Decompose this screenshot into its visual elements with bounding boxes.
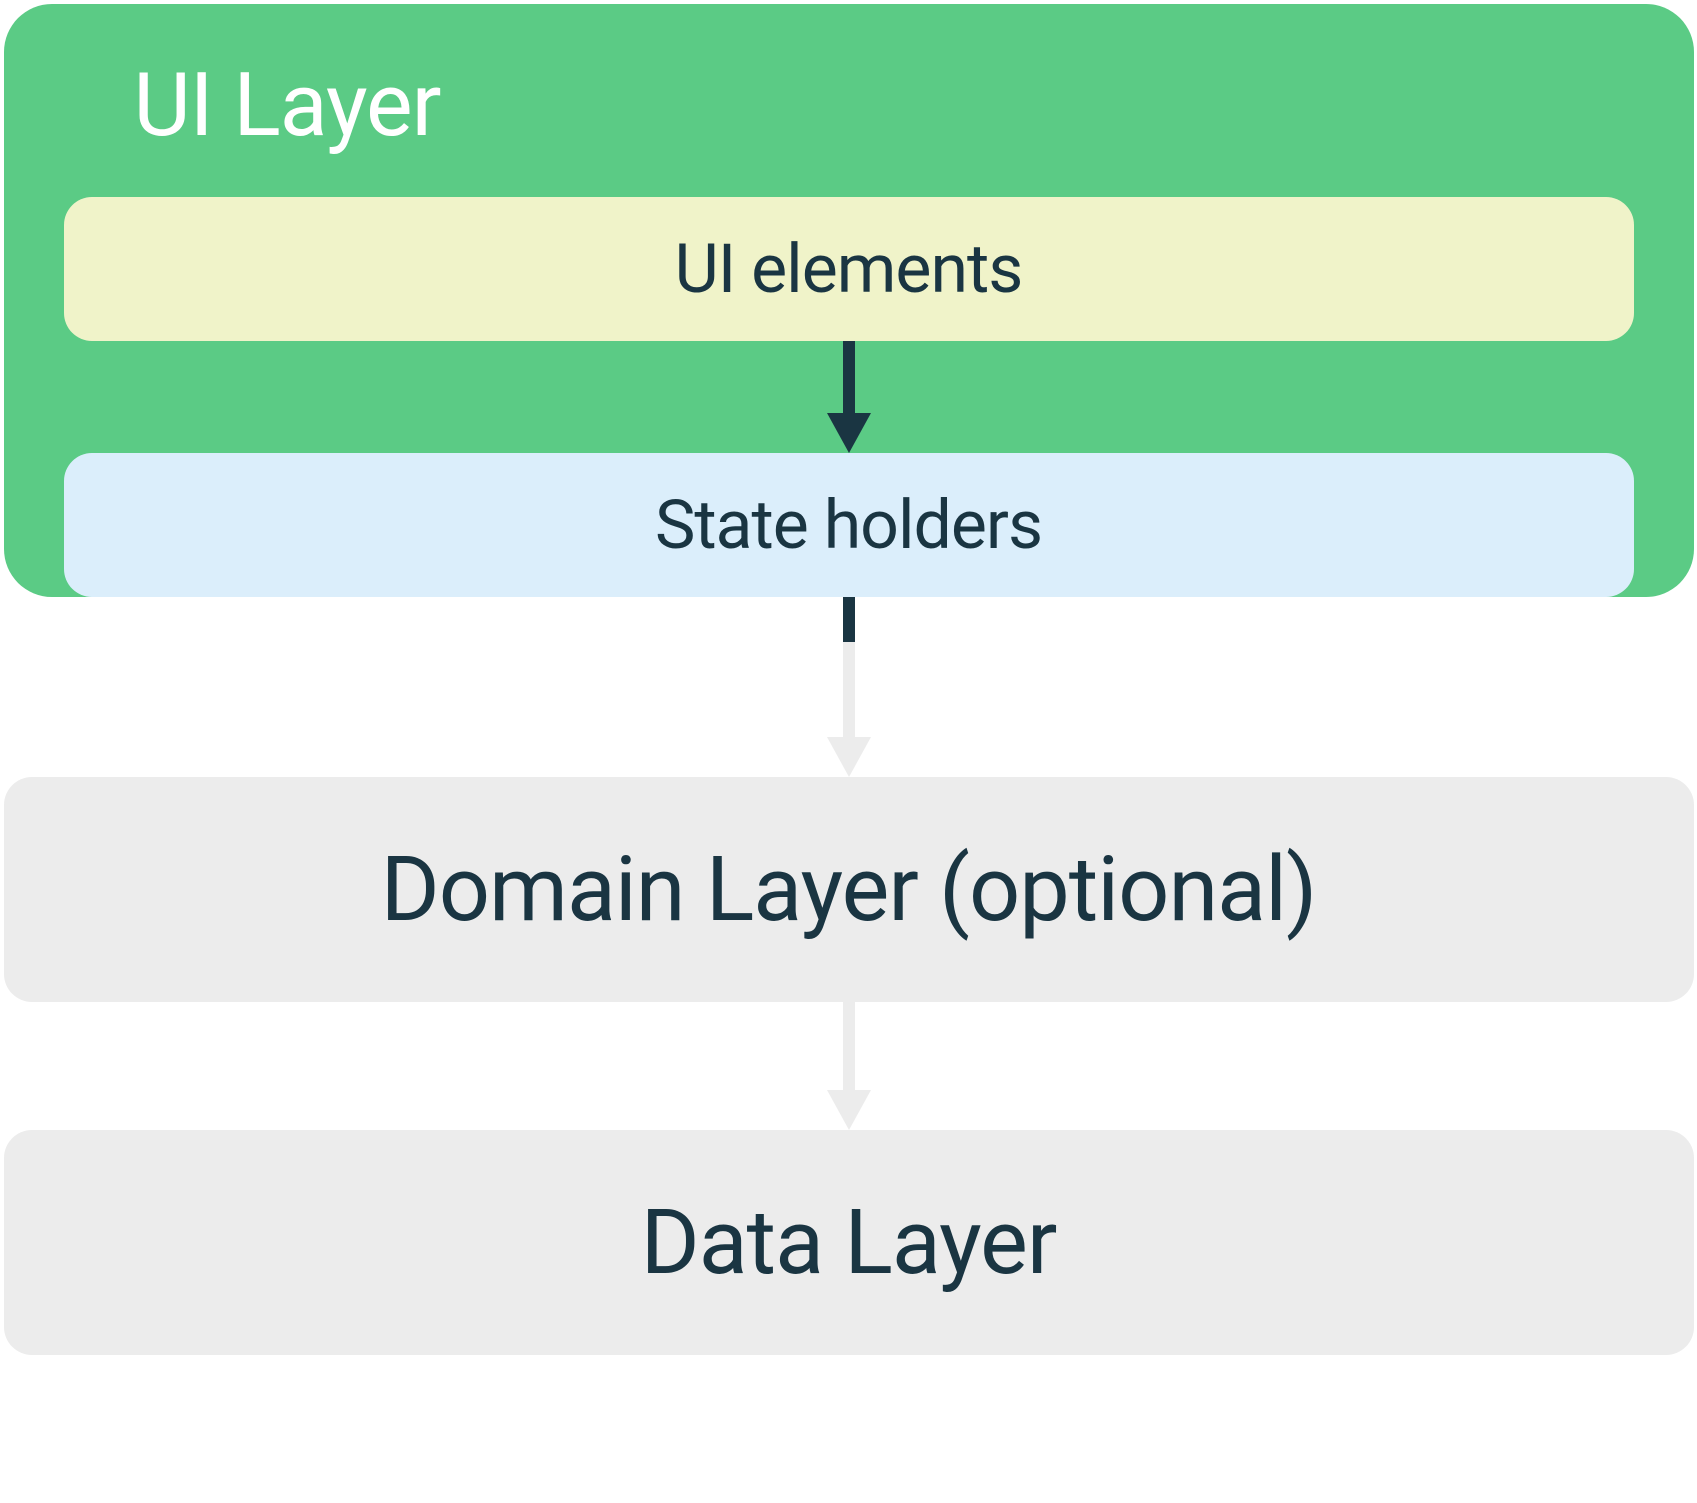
ui-layer-title: UI Layer	[64, 54, 1634, 157]
ui-elements-box: UI elements	[64, 197, 1634, 341]
state-holders-box: State holders	[64, 453, 1634, 597]
data-layer-box: Data Layer	[4, 1130, 1694, 1355]
arrow-down-icon	[819, 341, 879, 453]
arrow-domain-to-data	[819, 1002, 879, 1130]
architecture-diagram: UI Layer UI elements State holders Domai…	[0, 0, 1697, 1503]
ui-layer-container: UI Layer UI elements State holders	[4, 4, 1694, 597]
arrow-down-icon	[819, 1002, 879, 1130]
arrow-ui-to-state	[64, 341, 1634, 453]
arrow-state-to-domain	[819, 597, 879, 777]
arrow-down-icon	[819, 597, 879, 777]
domain-layer-box: Domain Layer (optional)	[4, 777, 1694, 1002]
